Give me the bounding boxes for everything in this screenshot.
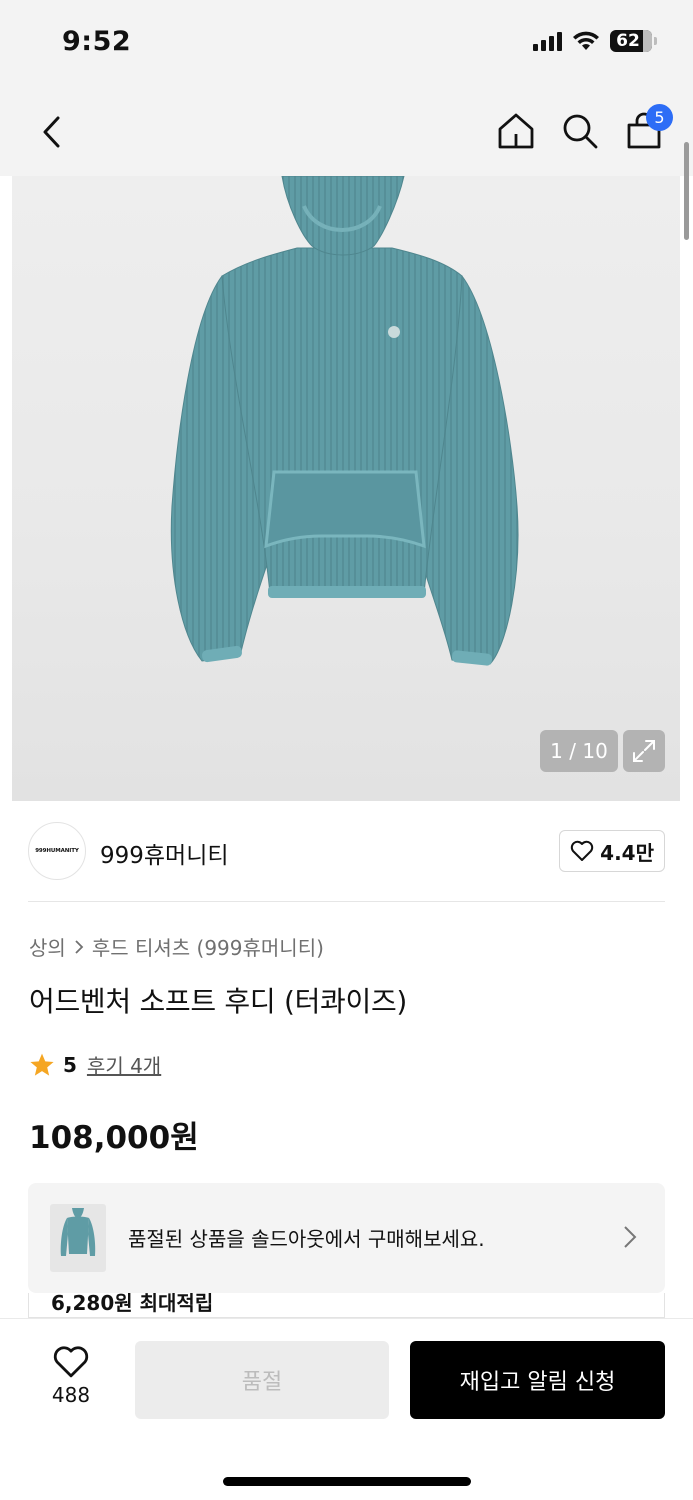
reward-info: 6,280원 최대적립 (28, 1293, 665, 1318)
product-title: 어드벤처 소프트 후디 (터콰이즈) (29, 985, 408, 1018)
home-icon (498, 113, 534, 149)
reward-text: 6,280원 최대적립 (51, 1293, 214, 1315)
nav-actions: 5 (495, 104, 673, 154)
back-icon (43, 116, 60, 148)
breadcrumb-item-category[interactable]: 상의 (29, 932, 66, 961)
breadcrumb: 상의 후드 티셔츠 (999휴머니티) (29, 932, 324, 961)
home-indicator[interactable] (223, 1477, 471, 1486)
search-icon (563, 114, 598, 149)
back-button[interactable] (30, 110, 74, 154)
product-image-gallery[interactable]: 1 / 10 (12, 176, 680, 801)
product-image (170, 176, 519, 666)
wifi-icon (573, 31, 599, 50)
soldout-banner-text: 품절된 상품을 솔드아웃에서 구매해보세요. (128, 1227, 485, 1251)
image-counter: 1 / 10 (540, 730, 618, 772)
review-count-link[interactable]: 후기 4개 (87, 1050, 161, 1079)
brand-name[interactable]: 999휴머니티 (100, 836, 229, 870)
rating-row: 5 후기 4개 (29, 1050, 161, 1079)
restock-alert-button[interactable]: 재입고 알림 신청 (410, 1341, 665, 1419)
brand-logo[interactable]: 999HUMANITY (28, 822, 86, 880)
heart-icon (53, 1346, 89, 1378)
brand-like-button[interactable]: 4.4만 (559, 830, 665, 872)
expand-icon (633, 740, 655, 762)
wishlist-count: 488 (51, 1383, 91, 1407)
scrollbar[interactable] (684, 142, 689, 240)
soldout-thumbnail (50, 1204, 106, 1272)
brand-like-count: 4.4만 (600, 840, 654, 865)
star-icon (30, 1053, 54, 1076)
chevron-right-icon (624, 1226, 637, 1248)
product-detail-page: 9:52 62 5 1 / 10 999HUMANITY 999휴머니티 4.4… (0, 0, 693, 1500)
chevron-right-icon (75, 939, 84, 954)
cart-button[interactable]: 5 (623, 104, 673, 154)
cart-count-badge: 5 (646, 104, 673, 131)
rating-score: 5 (63, 1052, 77, 1077)
divider (28, 901, 665, 902)
brand-row[interactable]: 999HUMANITY 999휴머니티 4.4만 (28, 822, 665, 882)
status-bar: 9:52 62 (0, 0, 693, 88)
status-icons: 62 (533, 30, 657, 52)
wishlist-button[interactable]: 488 (38, 1345, 104, 1407)
battery-level: 62 (616, 31, 640, 51)
home-button[interactable] (495, 108, 537, 154)
soldout-banner[interactable]: 품절된 상품을 솔드아웃에서 구매해보세요. (28, 1183, 665, 1293)
product-price: 108,000원 (29, 1120, 199, 1156)
expand-image-button[interactable] (623, 730, 665, 772)
soldout-button[interactable]: 품절 (135, 1341, 389, 1419)
brand-logo-text: 999HUMANITY (35, 848, 79, 854)
top-nav-bar: 5 (0, 88, 693, 176)
search-button[interactable] (559, 108, 601, 154)
bottom-action-bar: 488 품절 재입고 알림 신청 (0, 1318, 693, 1500)
heart-icon (570, 840, 594, 861)
hoodie-thumbnail (60, 1208, 96, 1256)
breadcrumb-item-subcategory[interactable]: 후드 티셔츠 (999휴머니티) (92, 932, 324, 961)
battery-icon: 62 (610, 30, 652, 52)
signal-icon (533, 31, 562, 51)
status-time: 9:52 (62, 26, 132, 57)
